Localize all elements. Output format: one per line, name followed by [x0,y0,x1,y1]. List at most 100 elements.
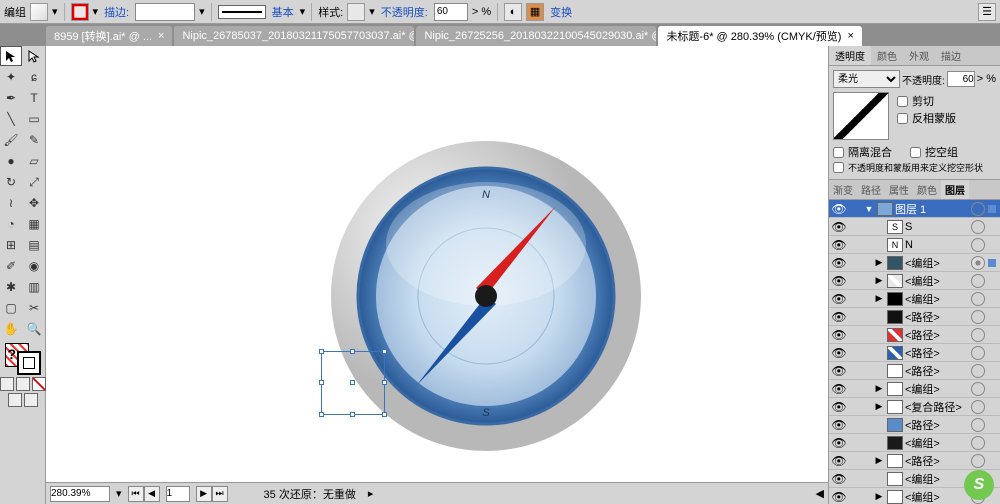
layer-name-label[interactable]: <编组> [905,273,971,289]
layer-name-label[interactable]: S [905,221,971,233]
layer-name-label[interactable]: <路径> [905,363,971,379]
target-icon[interactable] [971,364,985,378]
panel-opacity-input[interactable] [947,71,975,87]
zoom-tool[interactable]: 🔍 [23,319,45,339]
transform-link[interactable]: 变换 [550,4,572,20]
fill-swatch-button[interactable] [30,3,48,21]
visibility-toggle-icon[interactable]: 👁 [829,202,849,216]
hand-tool[interactable]: ✋ [0,319,22,339]
visibility-toggle-icon[interactable]: 👁 [829,382,849,396]
visibility-toggle-icon[interactable]: 👁 [829,256,849,270]
layer-name-label[interactable]: <路径> [905,417,971,433]
fill-stroke-swatch[interactable]: ? [5,343,41,375]
layer-name-label[interactable]: <编组> [905,291,971,307]
pencil-tool[interactable]: ✎ [23,130,45,150]
magic-wand-tool[interactable]: ✦ [0,67,22,87]
direct-selection-tool[interactable] [23,46,45,66]
target-icon[interactable] [971,346,985,360]
target-icon[interactable] [971,418,985,432]
layer-row[interactable]: 👁▶<编组> [829,272,1000,290]
layer-name-label[interactable]: N [905,239,971,251]
knockout-checkbox[interactable] [910,147,921,158]
recolor-button[interactable]: ◐ [504,3,522,21]
slice-tool[interactable]: ✂ [23,298,45,318]
gradient-mode-button[interactable] [16,377,30,391]
layer-row[interactable]: 👁SS [829,218,1000,236]
opacity-input[interactable] [434,3,468,21]
prev-artboard-button[interactable]: ◀ [144,486,160,502]
rotate-tool[interactable]: ↻ [0,172,22,192]
rectangle-tool[interactable]: ▭ [23,109,45,129]
layer-row[interactable]: 👁<路径> [829,308,1000,326]
isolate-blending-checkbox[interactable] [833,147,844,158]
panel-menu-button[interactable]: ☰ [978,3,996,21]
tab-appearance[interactable]: 外观 [903,46,935,65]
layer-row[interactable]: 👁 <路径> [829,362,1000,380]
layer-name-label[interactable]: <编组> [905,471,971,487]
layer-row[interactable]: 👁<路径> [829,326,1000,344]
none-mode-button[interactable] [32,377,46,391]
layer-name-label[interactable]: <路径> [905,345,971,361]
document-tab[interactable]: Nipic_26785037_20180321175057703037.ai* … [174,26,414,46]
blend-tool[interactable]: ◉ [23,256,45,276]
brush-label[interactable]: 基本 [272,4,294,20]
eyedropper-tool[interactable]: ✐ [0,256,22,276]
visibility-toggle-icon[interactable]: 👁 [829,472,849,486]
layer-name-label[interactable]: 图层 1 [895,201,971,217]
arrow-down-icon[interactable]: ▾ [116,487,122,500]
tab-color[interactable]: 颜色 [871,46,903,65]
layer-name-label[interactable]: <编组> [905,255,971,271]
target-icon[interactable] [971,256,985,270]
close-icon[interactable]: × [847,30,853,42]
line-tool[interactable]: ╲ [0,109,22,129]
target-icon[interactable] [971,202,985,216]
blend-mode-select[interactable]: 柔光 [833,70,900,88]
layer-row[interactable]: 👁▶<路径> [829,452,1000,470]
layer-row[interactable]: 👁▶<复合路径> [829,398,1000,416]
type-tool[interactable]: T [23,88,45,108]
document-tab[interactable]: Nipic_26725256_20180322100545029030.ai* … [416,26,656,46]
visibility-toggle-icon[interactable]: 👁 [829,490,849,504]
visibility-toggle-icon[interactable]: 👁 [829,418,849,432]
tab-layers[interactable]: 图层 [941,180,969,199]
pen-tool[interactable]: ✒ [0,88,22,108]
stroke-weight-input[interactable] [135,3,195,21]
symbol-sprayer-tool[interactable]: ✱ [0,277,22,297]
layer-row[interactable]: 👁 <编组> [829,434,1000,452]
layer-name-label[interactable]: <编组> [905,435,971,451]
layer-row[interactable]: 👁▶<编组> [829,290,1000,308]
visibility-toggle-icon[interactable]: 👁 [829,238,849,252]
target-icon[interactable] [971,220,985,234]
target-icon[interactable] [971,382,985,396]
last-artboard-button[interactable]: ⏭ [212,486,228,502]
screen-mode-full[interactable] [24,393,38,407]
target-icon[interactable] [971,274,985,288]
tab-transparency[interactable]: 透明度 [829,46,871,65]
scale-tool[interactable]: ⤢ [23,172,45,192]
visibility-toggle-icon[interactable]: 👁 [829,436,849,450]
layer-row[interactable]: 👁<路径> [829,344,1000,362]
target-icon[interactable] [971,454,985,468]
disclosure-triangle-icon[interactable]: ▶ [873,293,885,304]
first-artboard-button[interactable]: ⏮ [128,486,144,502]
layer-name-label[interactable]: <编组> [905,489,971,504]
arrow-down-icon[interactable]: ▾ [52,5,58,18]
visibility-toggle-icon[interactable]: 👁 [829,364,849,378]
opacity-label[interactable]: 不透明度: [381,4,428,20]
layer-row[interactable]: 👁 <路径> [829,416,1000,434]
disclosure-triangle-icon[interactable]: ▼ [863,204,875,214]
ime-indicator-icon[interactable]: S [964,470,994,500]
document-tab[interactable]: 未标题-6* @ 280.39% (CMYK/预览)× [658,26,861,46]
target-icon[interactable] [971,436,985,450]
stroke-label[interactable]: 描边: [104,4,129,20]
layer-name-label[interactable]: <编组> [905,381,971,397]
visibility-toggle-icon[interactable]: 👁 [829,454,849,468]
tab-attributes[interactable]: 属性 [885,180,913,199]
opacity-thumb[interactable] [833,92,889,140]
layer-row[interactable]: 👁▶<编组> [829,254,1000,272]
tab-stroke[interactable]: 描边 [935,46,967,65]
stroke-profile-button[interactable] [218,5,266,19]
next-artboard-button[interactable]: ▶ [196,486,212,502]
visibility-toggle-icon[interactable]: 👁 [829,274,849,288]
paintbrush-tool[interactable]: 🖌 [0,130,22,150]
